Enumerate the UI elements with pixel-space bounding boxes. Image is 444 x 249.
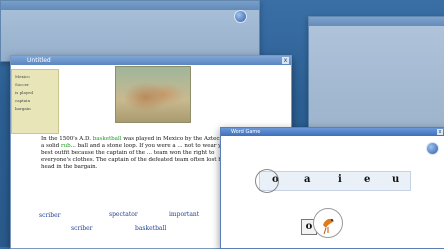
highlight-word[interactable]: basketball bbox=[93, 136, 122, 142]
word-option[interactable]: spectator bbox=[109, 211, 138, 218]
letter-tile[interactable]: u bbox=[392, 174, 399, 185]
reading-window-titlebar[interactable]: Untitled bbox=[11, 56, 291, 65]
close-icon[interactable]: x bbox=[437, 129, 443, 135]
word-option[interactable]: scriber bbox=[71, 225, 93, 232]
note-line: Soccer bbox=[15, 82, 29, 87]
close-icon[interactable]: x bbox=[282, 57, 289, 64]
word-option[interactable]: important bbox=[169, 211, 199, 218]
note-line: bargain bbox=[15, 106, 31, 111]
game-window-titlebar[interactable]: Word Game bbox=[221, 128, 444, 136]
note-line: Mexico bbox=[15, 74, 30, 79]
background-window-right[interactable] bbox=[308, 16, 444, 133]
letter-tile[interactable]: i bbox=[338, 174, 342, 185]
background-window-titlebar[interactable] bbox=[1, 1, 259, 10]
note-line: is played bbox=[15, 90, 34, 95]
background-window-titlebar[interactable] bbox=[309, 17, 444, 26]
letter-tile[interactable]: a bbox=[304, 174, 310, 185]
letter-tile[interactable]: e bbox=[364, 174, 370, 185]
selection-ring bbox=[255, 169, 279, 193]
help-icon[interactable] bbox=[234, 10, 247, 23]
game-window[interactable]: Word Game x o a i e u o bbox=[220, 127, 444, 249]
help-icon[interactable] bbox=[426, 142, 439, 155]
letter-row: o a i e u bbox=[259, 171, 411, 191]
background-window-top[interactable] bbox=[0, 0, 260, 62]
word-option[interactable]: basketball bbox=[135, 225, 166, 232]
paragraph-text: In the 1500's A.D. bbox=[41, 136, 93, 142]
note-line: captain bbox=[15, 98, 31, 103]
vocabulary-note: Mexico Soccer is played captain bargain bbox=[11, 69, 59, 134]
illustration-photo bbox=[115, 66, 191, 123]
word-option[interactable]: scriber bbox=[39, 212, 61, 219]
bird-icon[interactable] bbox=[313, 208, 343, 238]
highlight-word[interactable]: rub bbox=[61, 143, 71, 149]
bird-icon-graphic bbox=[323, 218, 334, 235]
story-paragraph: In the 1500's A.D. basketball was played… bbox=[41, 136, 241, 171]
